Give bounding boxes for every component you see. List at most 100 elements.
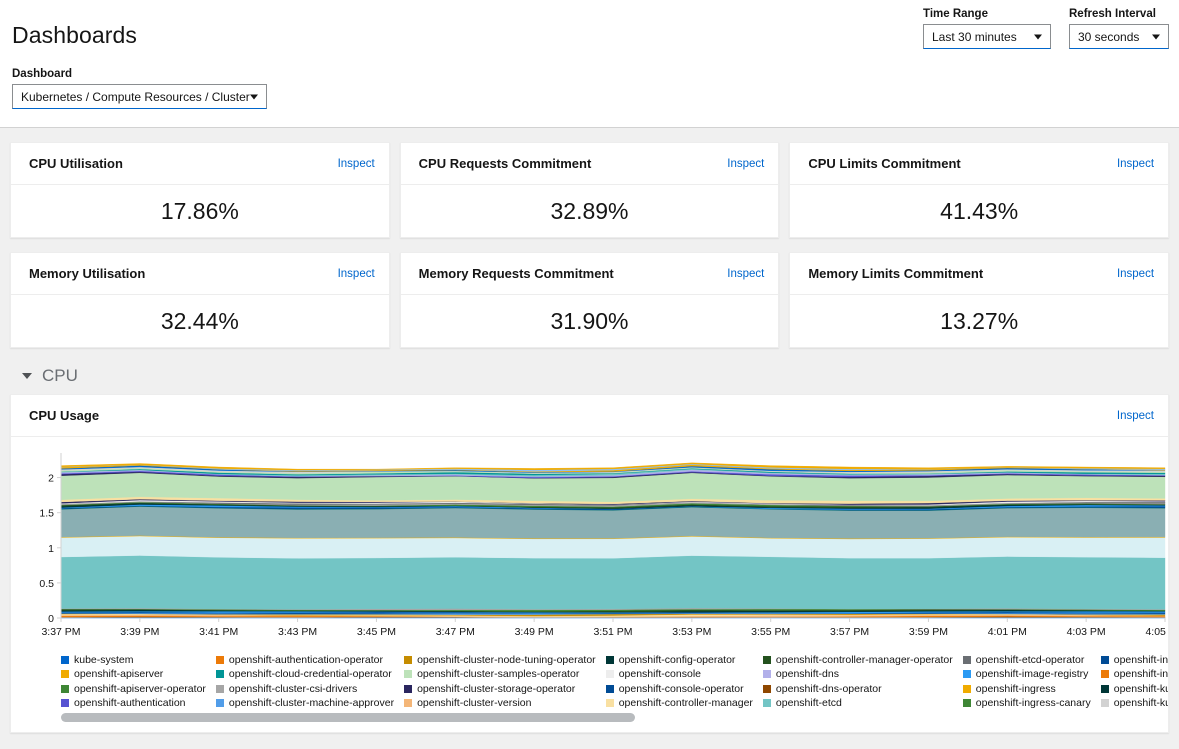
top-right-controls: Time Range Last 30 minutes Refresh Inter… <box>923 8 1169 49</box>
legend-item[interactable]: kube-system <box>61 653 206 667</box>
stat-card-row-cpu: CPU Utilisation Inspect 17.86% CPU Requests… <box>10 142 1169 238</box>
stat-card-title: CPU Limits Commitment <box>808 156 960 171</box>
stat-card-value: 13.27% <box>940 308 1018 335</box>
legend-column: openshift-config-operatoropenshift-conso… <box>606 653 753 709</box>
legend-column: openshift-controller-manager-operatorope… <box>763 653 953 709</box>
legend-item[interactable]: openshift-console <box>606 668 753 682</box>
legend-item[interactable]: openshift-kube-apiserver-operator <box>1101 697 1168 710</box>
stat-card-value: 32.89% <box>551 198 629 225</box>
legend-item[interactable]: openshift-apiserver <box>61 668 206 682</box>
legend-item[interactable]: openshift-kube-apiserver <box>1101 682 1168 696</box>
section-header-cpu[interactable]: CPU <box>10 348 1169 394</box>
x-axis-tick-label: 3:51 PM <box>593 626 632 638</box>
dashboard-body: CPU Utilisation Inspect 17.86% CPU Requests… <box>0 142 1179 733</box>
legend-item[interactable]: openshift-ingress-canary <box>963 697 1091 710</box>
inspect-link[interactable]: Inspect <box>338 158 375 170</box>
chart-plot-area[interactable]: 00.511.523:37 PM3:39 PM3:41 PM3:43 PM3:4… <box>29 449 1150 649</box>
legend-item[interactable]: openshift-cluster-samples-operator <box>404 668 596 682</box>
stat-card-header: Memory Limits CommitmentInspect <box>790 253 1168 295</box>
section-title: CPU <box>42 366 78 386</box>
legend-item[interactable]: openshift-controller-manager <box>606 697 753 710</box>
stat-card-header: CPU Utilisation Inspect <box>11 143 389 185</box>
legend-swatch <box>763 656 771 664</box>
chart-panel-header: CPU Usage Inspect <box>11 395 1168 437</box>
stat-card-body: 32.89% <box>401 185 779 237</box>
legend-item[interactable]: openshift-ingress-operator <box>1101 653 1168 667</box>
legend-item[interactable]: openshift-cluster-machine-approver <box>216 697 394 710</box>
legend-label: openshift-authentication <box>74 697 186 709</box>
stat-card-value: 17.86% <box>161 198 239 225</box>
legend-label: openshift-etcd <box>776 697 842 709</box>
refresh-interval-select[interactable]: 30 seconds <box>1069 24 1169 49</box>
legend-label: openshift-kube-apiserver-operator <box>1114 697 1168 709</box>
legend-item[interactable]: openshift-cluster-csi-drivers <box>216 682 394 696</box>
chart-legend: kube-systemopenshift-apiserveropenshift-… <box>11 653 1168 709</box>
legend-label: openshift-console <box>619 668 701 680</box>
inspect-link[interactable]: Inspect <box>1117 410 1154 422</box>
stat-card: Memory Limits CommitmentInspect 13.27% <box>789 252 1169 348</box>
legend-item[interactable]: openshift-ingress <box>963 682 1091 696</box>
time-range-label: Time Range <box>923 8 1051 20</box>
legend-swatch <box>216 685 224 693</box>
x-axis-tick-label: 3:39 PM <box>120 626 159 638</box>
inspect-link[interactable]: Inspect <box>1117 158 1154 170</box>
stat-card: CPU Requests CommitmentInspect 32.89% <box>400 142 780 238</box>
legend-label: openshift-cloud-credential-operator <box>229 668 392 680</box>
legend-item[interactable]: openshift-cluster-version <box>404 697 596 710</box>
legend-swatch <box>1101 685 1109 693</box>
legend-item[interactable]: openshift-console-operator <box>606 682 753 696</box>
x-axis-tick-label: 3:43 PM <box>278 626 317 638</box>
stat-card-body: 13.27% <box>790 295 1168 347</box>
legend-item[interactable]: openshift-controller-manager-operator <box>763 653 953 667</box>
legend-item[interactable]: openshift-dns <box>763 668 953 682</box>
time-range-select[interactable]: Last 30 minutes <box>923 24 1051 49</box>
legend-swatch <box>963 699 971 707</box>
legend-item[interactable]: openshift-etcd <box>763 697 953 710</box>
inspect-link[interactable]: Inspect <box>727 268 764 280</box>
x-axis-tick-label: 3:53 PM <box>672 626 711 638</box>
legend-swatch <box>1101 656 1109 664</box>
dashboards-page: Dashboards Dashboard Kubernetes / Comput… <box>0 0 1179 749</box>
legend-label: openshift-controller-manager <box>619 697 753 709</box>
dashboard-filter-group: Dashboard Kubernetes / Compute Resources… <box>12 68 267 109</box>
inspect-link[interactable]: Inspect <box>338 268 375 280</box>
cpu-usage-area-chart[interactable]: 00.511.523:37 PM3:39 PM3:41 PM3:43 PM3:4… <box>29 449 1169 644</box>
stat-card-row-memory: Memory UtilisationInspect32.44%Memory Re… <box>10 252 1169 348</box>
legend-item[interactable]: openshift-etcd-operator <box>963 653 1091 667</box>
legend-item[interactable]: openshift-cluster-node-tuning-operator <box>404 653 596 667</box>
stat-card-header: CPU Requests CommitmentInspect <box>401 143 779 185</box>
legend-item[interactable]: openshift-image-registry <box>963 668 1091 682</box>
stat-card-body: 41.43% <box>790 185 1168 237</box>
legend-label: openshift-cluster-machine-approver <box>229 697 394 709</box>
refresh-interval-value: 30 seconds <box>1078 30 1139 44</box>
legend-swatch <box>61 699 69 707</box>
inspect-link[interactable]: Inspect <box>727 158 764 170</box>
legend-swatch <box>216 670 224 678</box>
stat-card-title: CPU Utilisation <box>29 156 123 171</box>
legend-item[interactable]: openshift-authentication-operator <box>216 653 394 667</box>
stat-card-header: CPU Limits Commitment Inspect <box>790 143 1168 185</box>
legend-item[interactable]: openshift-authentication <box>61 697 206 710</box>
legend-label: openshift-image-registry <box>976 668 1089 680</box>
stat-card: Memory Requests CommitmentInspect31.90% <box>400 252 780 348</box>
legend-item[interactable]: openshift-cloud-credential-operator <box>216 668 394 682</box>
legend-item[interactable]: openshift-cluster-storage-operator <box>404 682 596 696</box>
legend-swatch <box>763 670 771 678</box>
legend-item[interactable]: openshift-insights <box>1101 668 1168 682</box>
legend-label: openshift-ingress <box>976 683 1056 695</box>
stat-card-title: Memory Utilisation <box>29 266 145 281</box>
legend-horizontal-scrollbar[interactable] <box>25 711 1154 724</box>
scrollbar-thumb[interactable] <box>61 713 635 722</box>
inspect-link[interactable]: Inspect <box>1117 268 1154 280</box>
stat-card-header: Memory Requests CommitmentInspect <box>401 253 779 295</box>
legend-label: openshift-dns <box>776 668 839 680</box>
legend-swatch <box>404 699 412 707</box>
legend-item[interactable]: openshift-apiserver-operator <box>61 682 206 696</box>
chevron-down-icon <box>1152 34 1160 39</box>
x-axis-tick-label: 3:59 PM <box>909 626 948 638</box>
stat-card-body: 32.44% <box>11 295 389 347</box>
dashboard-select[interactable]: Kubernetes / Compute Resources / Cluster <box>12 84 267 109</box>
x-axis-tick-label: 4:05 PM <box>1145 626 1169 638</box>
legend-item[interactable]: openshift-config-operator <box>606 653 753 667</box>
legend-item[interactable]: openshift-dns-operator <box>763 682 953 696</box>
